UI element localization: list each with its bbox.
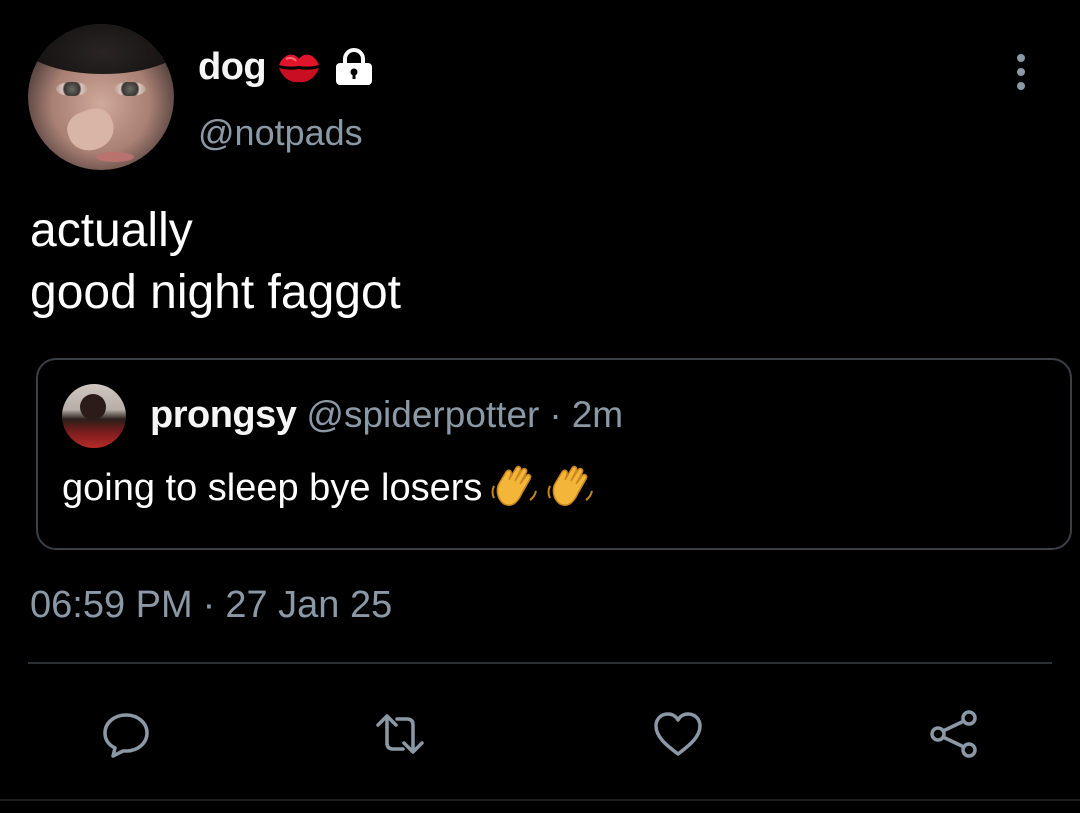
quoted-tweet-header: prongsy @spiderpotter · 2m (150, 394, 623, 437)
bottom-divider (0, 799, 1080, 801)
quoted-author-handle[interactable]: @spiderpotter (306, 394, 539, 436)
quoted-tweet-card[interactable]: prongsy @spiderpotter · 2m going to slee… (36, 358, 1072, 550)
share-icon (930, 710, 977, 758)
tweet-line: actually (30, 204, 193, 257)
kiss-mark-icon (279, 54, 320, 83)
more-options-icon[interactable] (1010, 52, 1032, 92)
author-avatar[interactable] (28, 24, 174, 170)
separator-dot: · (549, 394, 562, 435)
retweet-icon (376, 714, 424, 754)
timestamp-time: 06:59 PM (30, 584, 193, 626)
waving-hand-icon (547, 465, 594, 506)
like-button[interactable] (650, 706, 706, 762)
separator-dot: · (202, 584, 216, 626)
quoted-author-name[interactable]: prongsy (150, 394, 297, 437)
tweet-line: good night faggot (30, 266, 401, 319)
quoted-author-avatar[interactable] (62, 384, 126, 448)
share-button[interactable] (926, 706, 982, 762)
tweet-timestamp: 06:59 PM · 27 Jan 25 (30, 584, 392, 627)
author-name-row: dog (198, 44, 376, 90)
quoted-tweet-text-row: going to sleep bye losers (62, 464, 594, 512)
like-icon (654, 712, 702, 756)
reply-button[interactable] (98, 706, 154, 762)
timestamp-date: 27 Jan 25 (225, 584, 393, 626)
divider (28, 662, 1052, 664)
tweet-text: actually good night faggot (30, 200, 401, 324)
author-display-name[interactable]: dog (198, 46, 267, 89)
lock-icon (336, 48, 373, 85)
reply-icon (103, 713, 149, 758)
quoted-tweet-text: going to sleep bye losers (62, 466, 483, 509)
author-handle[interactable]: @notpads (198, 112, 363, 154)
retweet-button[interactable] (372, 706, 428, 762)
quoted-tweet-time: 2m (571, 394, 624, 435)
waving-hand-icon (491, 465, 538, 506)
